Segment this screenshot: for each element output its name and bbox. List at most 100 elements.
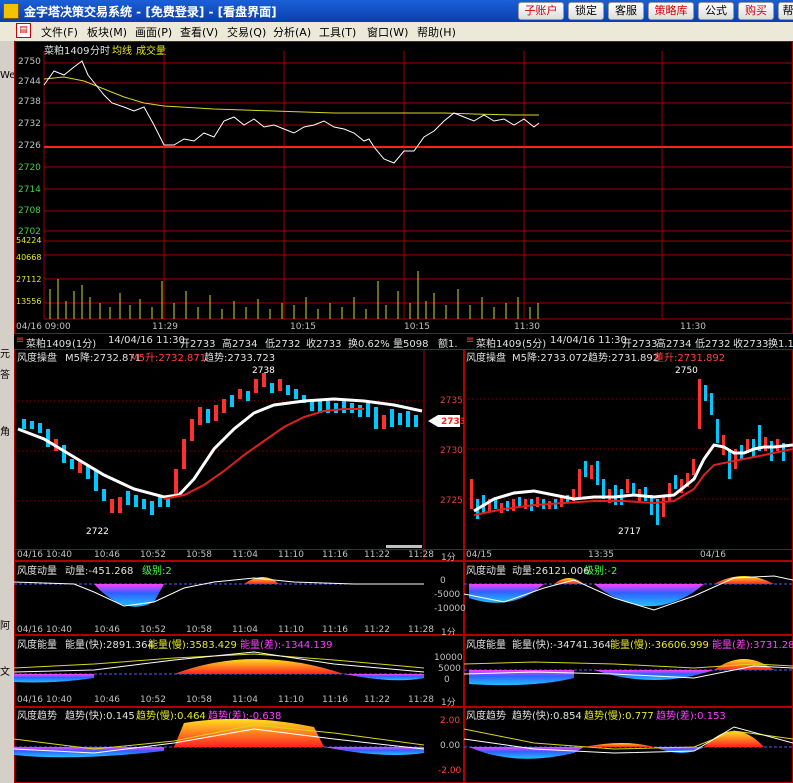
energy-x-label: 11:04	[232, 695, 258, 705]
intraday-y-label: 2720	[18, 163, 41, 173]
chart1-open: 开2733	[180, 339, 216, 350]
lock-button[interactable]: 锁定	[568, 2, 604, 20]
document-icon[interactable]: ▤	[16, 23, 31, 38]
intraday-x-label: 11:29	[152, 322, 178, 332]
intraday-x-label: 10:15	[290, 322, 316, 332]
help-button[interactable]: 帮	[778, 2, 793, 20]
chart1-close: 收2733	[306, 339, 342, 350]
chart1-date: 14/04/16 11:30	[108, 335, 185, 346]
strategy-library-button[interactable]: 策略库	[648, 2, 694, 20]
volume-y-label: 13556	[16, 297, 42, 306]
volume-y-label: 40668	[16, 253, 42, 262]
chart2-open: 开2733	[622, 339, 658, 350]
menu-file[interactable]: 文件(F)	[41, 24, 78, 40]
chart2-marker-icon: ≡	[466, 335, 475, 346]
chart1-x-label: 11:10	[278, 550, 304, 560]
trend-histograms	[14, 719, 793, 759]
intraday-x-label: 11:30	[514, 322, 540, 332]
intraday-y-label: 2738	[18, 97, 41, 107]
chart1-high-annotation: 2738	[252, 366, 275, 376]
menu-window[interactable]: 窗口(W)	[367, 24, 408, 40]
volume-y-label: 54224	[16, 236, 42, 245]
app-icon	[3, 3, 19, 19]
chart1-x-label: 10:52	[140, 550, 166, 560]
chart2-high-annotation: 2750	[675, 366, 698, 376]
intraday-chart	[43, 51, 793, 320]
menu-view[interactable]: 查看(V)	[180, 24, 218, 40]
intraday-y-label: 2714	[18, 185, 41, 195]
menu-tools[interactable]: 工具(T)	[319, 24, 356, 40]
intraday-x-label: 10:15	[404, 322, 430, 332]
background-text: 答	[0, 370, 10, 381]
menu-sector[interactable]: 板块(M)	[87, 24, 127, 40]
chart1-low: 低2732	[265, 339, 301, 350]
background-text: We	[0, 70, 14, 81]
energy-y-label: 0	[444, 675, 450, 685]
chart1-turnover: 换0.62%	[348, 339, 390, 350]
chart2-x-label: 13:35	[588, 550, 614, 560]
momentum-left-negative	[94, 584, 164, 607]
intraday-x-label: 04/16 09:00	[16, 322, 71, 332]
volume-bars	[49, 271, 539, 319]
intraday-y-label: 2732	[18, 119, 41, 129]
chart1-current-price: 2733	[441, 417, 467, 427]
intraday-y-label: 2726	[18, 141, 41, 151]
chart1-x-label: 11:16	[322, 550, 348, 560]
chart2-period: (5分)	[522, 339, 547, 350]
chart1-volume: 量5098	[393, 339, 429, 350]
chart2-date: 14/04/16 11:30	[550, 335, 627, 346]
chart1-y-label: 2730	[440, 446, 463, 456]
service-button[interactable]: 客服	[608, 2, 644, 20]
chart2-high: 高2734	[656, 339, 692, 350]
background-text: 文	[0, 667, 10, 678]
momentum-y-label: -10000	[434, 604, 466, 614]
chart2-x-label: 04/15	[466, 550, 492, 560]
sub-account-button[interactable]: 子账户	[518, 2, 564, 20]
background-text: 元	[0, 349, 10, 360]
chart1-marker-icon: ≡	[16, 335, 25, 346]
energy-x-label: 10:58	[186, 695, 212, 705]
menu-trade[interactable]: 交易(Q)	[227, 24, 266, 40]
chart2-ma-red	[473, 448, 793, 516]
trend-y-label: 2.00	[440, 716, 461, 726]
chart2-low-annotation: 2717	[618, 527, 641, 537]
momentum-x-label: 11:22	[364, 625, 390, 635]
chart1-high: 高2734	[222, 339, 258, 350]
momentum-x-label: 11:28	[408, 625, 434, 635]
intraday-x-label: 11:30	[680, 322, 706, 332]
menu-screen[interactable]: 画面(P)	[135, 24, 172, 40]
trend-y-label: -2.00	[438, 766, 462, 776]
chart2-low: 低2732	[695, 339, 731, 350]
energy-x-label: 10:46	[94, 695, 120, 705]
chart1-period: (1分)	[72, 339, 97, 350]
energy-x-label: 11:10	[278, 695, 304, 705]
formula-button[interactable]: 公式	[698, 2, 734, 20]
chart2-symbol: 菜粕1409	[476, 339, 522, 350]
chart1-x-label: 04/16	[17, 550, 43, 560]
window-title: 金字塔决策交易系统 - [免费登录] - [看盘界面]	[24, 5, 277, 19]
chart1-y-label: 2725	[440, 496, 463, 506]
energy-x-label: 11:28	[408, 695, 434, 705]
chart1-y-label: 2735	[440, 396, 463, 406]
volume-y-label: 27112	[16, 275, 42, 284]
energy-y-label: 5000	[438, 664, 461, 674]
energy-x-label: 11:16	[322, 695, 348, 705]
momentum-x-label: 04/16	[17, 625, 43, 635]
menu-analysis[interactable]: 分析(A)	[273, 24, 311, 40]
chart1-x-label: 10:46	[94, 550, 120, 560]
chart2-x-axis	[464, 549, 793, 561]
buy-button[interactable]: 购买	[738, 2, 774, 20]
energy-x-label: 11:22	[364, 695, 390, 705]
chart1-x-label: 11:22	[364, 550, 390, 560]
chart1-low-annotation: 2722	[86, 527, 109, 537]
energy-y-label: 10000	[434, 653, 463, 663]
momentum-x-label: 10:40	[46, 625, 72, 635]
menu-help[interactable]: 帮助(H)	[417, 24, 456, 40]
energy-x-label: 10:40	[46, 695, 72, 705]
chart1-kline-chart	[14, 349, 460, 561]
momentum-x-label: 10:52	[140, 625, 166, 635]
energy-x-label: 10:52	[140, 695, 166, 705]
chart1-x-label: 11:04	[232, 550, 258, 560]
momentum-x-label: 11:10	[278, 625, 304, 635]
intraday-y-label: 2750	[18, 57, 41, 67]
